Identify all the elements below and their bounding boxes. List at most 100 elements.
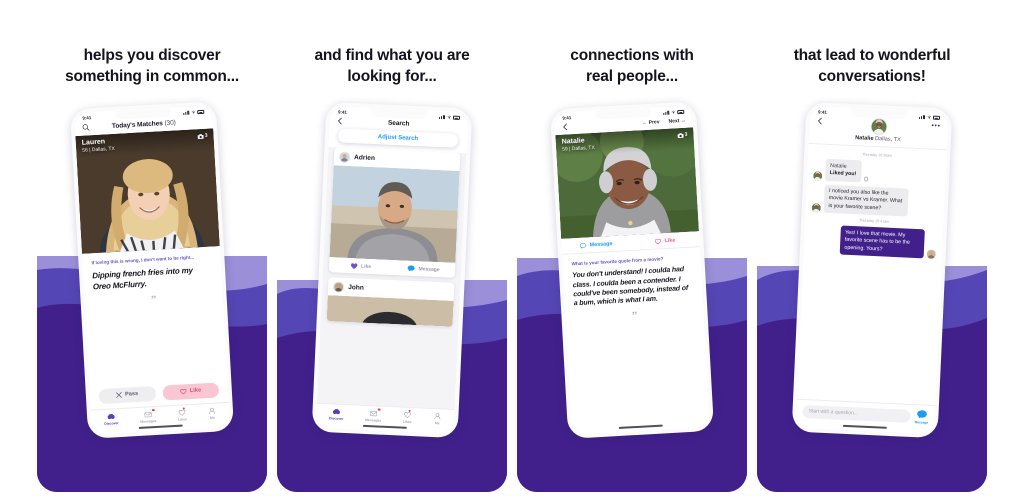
message-row: I noticed you also like the movie Kramer… (811, 184, 939, 219)
like-label: Like (189, 387, 202, 395)
tab-label: Discover (104, 421, 119, 426)
list-item-photo[interactable] (329, 165, 460, 264)
home-indicator (362, 425, 407, 430)
match-count: (30) (164, 119, 176, 127)
send-message-button[interactable]: Message (915, 410, 929, 425)
profile-photo[interactable]: Lauren 56 | Dallas, TX 3 (75, 128, 220, 255)
panel-headline: that lead to wonderful conversations! (757, 46, 987, 87)
tab-label: Me (434, 421, 440, 426)
person-icon (434, 413, 441, 420)
like-button[interactable]: Like (329, 257, 393, 275)
pass-button[interactable]: Pass (98, 385, 156, 405)
prompt-answer: Dipping french fries into my Oreo McFlur… (92, 266, 193, 292)
profile-meta: 59 | Dallas, TX (562, 145, 595, 153)
list-item-photo[interactable] (326, 295, 454, 328)
wifi-icon (447, 116, 451, 119)
wifi-icon (671, 111, 676, 114)
avatar-john (333, 282, 344, 292)
message-bubble[interactable]: I noticed you also like the movie Kramer… (823, 184, 909, 218)
heart-outline-icon (404, 411, 411, 418)
phone-device: 9:41 (549, 101, 715, 440)
signal-bars-icon (663, 110, 670, 115)
photo-adrien (329, 165, 460, 264)
list-item[interactable]: Adrien Like Message (328, 147, 461, 279)
message-label: Message (418, 265, 440, 273)
search-results-list[interactable]: Adrien Like Message John (316, 147, 467, 409)
battery-icon (197, 110, 205, 114)
list-item-name: Adrien (353, 153, 376, 162)
home-indicator (842, 425, 887, 430)
status-time: 9:41 (562, 115, 572, 121)
search-icon[interactable] (82, 123, 90, 131)
profile-meta: 56 | Dallas, TX (82, 146, 115, 154)
pass-label: Pass (124, 391, 139, 399)
list-item-name: John (348, 283, 365, 292)
tab-likes[interactable]: Likes (178, 407, 187, 422)
status-time: 9:41 (818, 109, 828, 116)
status-time: 9:41 (82, 115, 92, 121)
headline-line-2: real people... (586, 67, 678, 85)
like-button[interactable]: Like (161, 382, 220, 401)
tab-messages[interactable]: Messages (365, 408, 382, 423)
promo-panel-3: connections with real people... 9:41 ← P… (517, 8, 747, 492)
profile-photo[interactable]: Natalie 59 | Dallas, TX 3 (555, 127, 699, 240)
tab-discover[interactable]: Discover (104, 412, 119, 426)
battery-icon (932, 115, 941, 120)
message-bubble[interactable]: Natalie Liked you! (825, 159, 862, 183)
signal-bars-icon (919, 114, 926, 119)
next-button[interactable]: Next → (668, 117, 686, 124)
tab-me[interactable]: Me (208, 407, 217, 420)
tab-label: Me (209, 415, 215, 420)
phone-screen: 9:41 (795, 106, 949, 435)
send-label: Message (914, 420, 929, 425)
camera-icon (677, 132, 684, 138)
envelope-icon (369, 410, 378, 417)
promo-panel-1: helps you discover something in common..… (37, 8, 267, 492)
message-button[interactable]: Message (392, 260, 456, 278)
headline-line-1: helps you discover (83, 47, 221, 64)
phone-device: 9:41 (69, 101, 235, 440)
camera-icon (197, 133, 204, 139)
status-time: 9:41 (338, 109, 348, 116)
tab-label: Discover (328, 416, 344, 421)
app-store-screenshot-gallery: helps you discover something in common..… (0, 0, 1024, 500)
avatar[interactable] (869, 117, 888, 136)
avatar (926, 250, 936, 260)
wifi-icon (191, 111, 196, 114)
message-composer: Start with a question... Message (796, 399, 935, 428)
panel-headline: connections with real people... (517, 46, 747, 87)
avatar-natalie (870, 119, 887, 135)
chat-bubble-outline-icon (579, 242, 587, 249)
message-input[interactable]: Start with a question... (802, 405, 911, 424)
headline-line-2: looking for... (347, 67, 437, 85)
chat-bubble-icon (408, 265, 416, 272)
heart-filled-icon (350, 263, 358, 270)
quote-mark-icon: ” (631, 310, 638, 323)
phone-screen: 9:41 (554, 105, 710, 435)
avatar (338, 151, 351, 163)
tab-messages[interactable]: Messages (140, 408, 157, 424)
message-label: Message (589, 240, 613, 249)
tab-likes[interactable]: Likes (403, 409, 412, 424)
like-label: Like (360, 263, 372, 270)
chevron-left-icon[interactable] (337, 117, 344, 125)
prev-button[interactable]: ← Prev (642, 119, 660, 126)
wifi-icon (927, 116, 931, 119)
battery-icon (677, 110, 685, 114)
headline-line-2: something in common... (65, 67, 239, 85)
like-label: Like (664, 237, 676, 244)
list-item[interactable]: John (326, 277, 455, 328)
message-bubble[interactable]: Yes! I love that movie. My favorite scen… (839, 226, 925, 259)
panel-headline: and find what you are looking for... (277, 46, 507, 87)
chevron-left-icon[interactable] (562, 123, 569, 131)
phone-mockup-wrap: 9:41 (757, 102, 987, 439)
chat-thread[interactable]: Thursday 10:30am Natalie Liked you! I no… (797, 144, 947, 406)
quote-mark-icon: ” (150, 293, 157, 307)
heart-icon (180, 389, 187, 395)
discover-icon (107, 413, 115, 420)
heart-outline-icon (654, 238, 662, 245)
like-reaction-icon[interactable] (863, 176, 869, 182)
home-indicator (138, 424, 183, 430)
tab-discover[interactable]: Discover (329, 407, 344, 421)
tab-me[interactable]: Me (433, 412, 442, 425)
